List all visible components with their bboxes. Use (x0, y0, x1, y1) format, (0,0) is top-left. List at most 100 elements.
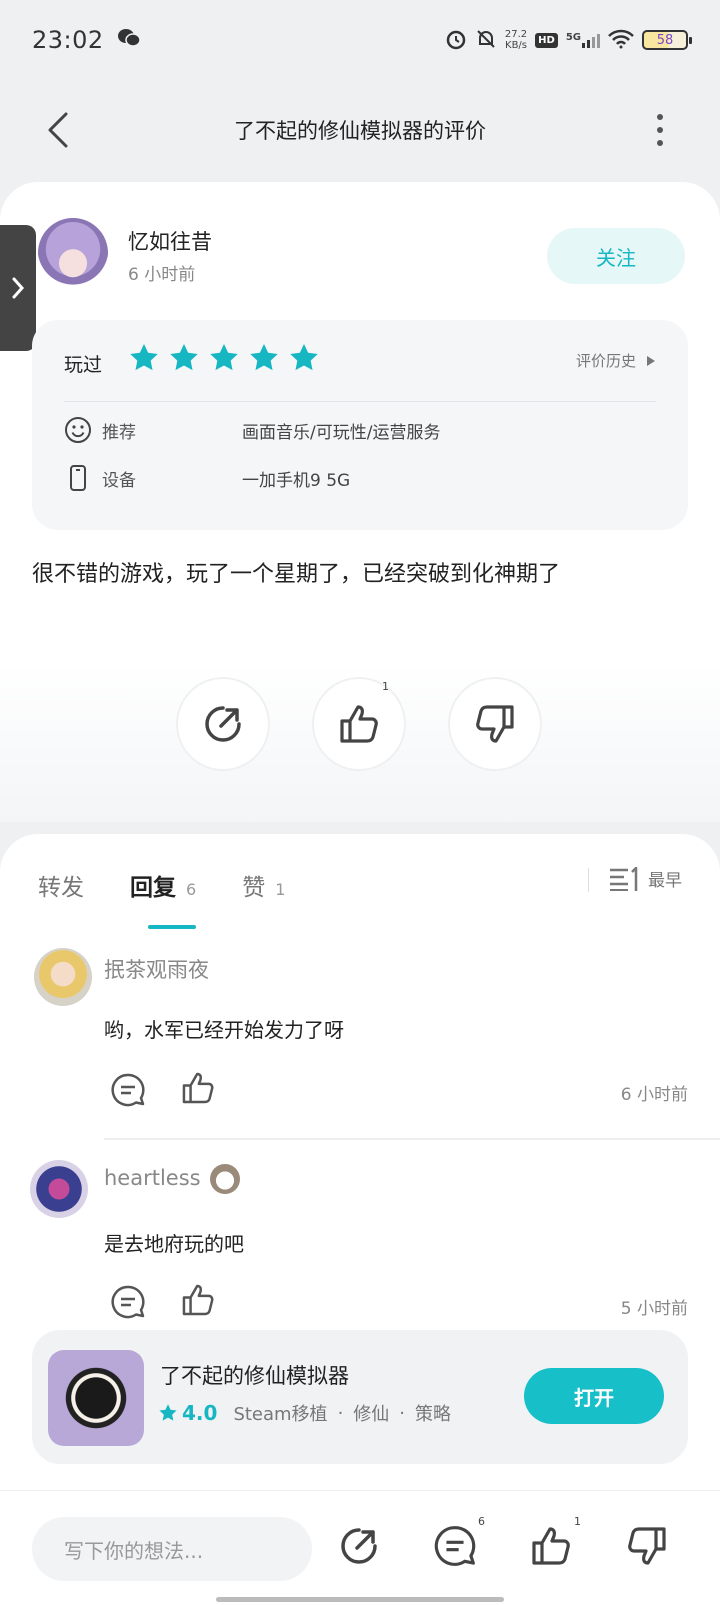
commenter-name[interactable]: 抿茶观雨夜 (104, 954, 209, 984)
app-tag: 修仙 (353, 1404, 390, 1425)
comment-bubble-icon (434, 1526, 476, 1566)
reply-tabs: 转发 回复 6 赞1 (38, 868, 331, 902)
tag-separator: · (337, 1402, 344, 1424)
star-icon (210, 344, 238, 371)
wifi-icon (608, 29, 634, 52)
tab-likes-label: 赞 (242, 875, 266, 901)
more-button[interactable] (650, 110, 670, 150)
network-label: 5G (565, 32, 581, 43)
follow-button[interactable]: 关注 (547, 228, 685, 284)
status-bar: 23:02 27.2 KB/s HD 5G 58 (0, 0, 720, 80)
played-label: 玩过 (64, 354, 103, 376)
page-title: 了不起的修仙模拟器的评价 (234, 119, 486, 143)
wechat-icon (117, 26, 141, 54)
comment-text: 是去地府玩的吧 (104, 1232, 244, 1256)
comment-bubble-icon (111, 1285, 145, 1319)
app-score: 4.0 (182, 1401, 218, 1425)
recommend-row: 推荐 画面音乐/可玩性/运营服务 (64, 416, 440, 444)
reply-bar-button[interactable] (432, 1523, 478, 1569)
share-button[interactable] (176, 677, 270, 771)
thumbs-up-icon (340, 705, 378, 743)
commenter-name[interactable]: heartless (104, 1166, 201, 1190)
dislike-button[interactable] (448, 677, 542, 771)
app-name[interactable]: 了不起的修仙模拟器 (160, 1360, 349, 1390)
tab-indicator (148, 925, 196, 929)
chevron-right-icon (12, 277, 25, 299)
like-comment-button[interactable] (178, 1068, 218, 1108)
net-speed-value: 27.2 (504, 29, 528, 40)
like-button[interactable] (312, 677, 406, 771)
sort-label: 最早 (648, 871, 682, 891)
tag-separator: · (399, 1402, 406, 1424)
device-row: 设备 一加手机9 5G (64, 464, 350, 492)
net-speed: 27.2 KB/s (505, 29, 527, 51)
nav-bar: 了不起的修仙模拟器的评价 (0, 90, 720, 170)
tab-likes-count: 1 (275, 880, 286, 899)
recommend-value: 画面音乐/可玩性/运营服务 (242, 422, 441, 443)
sort-list-icon (610, 866, 638, 891)
open-app-button[interactable]: 打开 (524, 1368, 664, 1424)
bar-like-count: 1 (574, 1515, 581, 1528)
sort-divider (588, 868, 589, 892)
app-icon[interactable] (48, 1350, 144, 1446)
thumbs-down-icon (476, 705, 514, 743)
back-button[interactable] (36, 108, 80, 152)
more-dots-icon (657, 114, 663, 120)
app-meta: 4.0 Steam移植 · 修仙 · 策略 (158, 1400, 451, 1426)
review-text: 很不错的游戏，玩了一个星期了，已经突破到化神期了 (32, 562, 561, 587)
comment-input[interactable]: 写下你的想法... (32, 1517, 312, 1581)
tab-forward[interactable]: 转发 (38, 868, 84, 902)
tab-replies-label: 回复 (130, 875, 176, 901)
comment-time: 6 小时前 (620, 1085, 688, 1105)
commenter-avatar[interactable] (34, 948, 92, 1006)
star-icon (130, 344, 158, 371)
commenter-avatar[interactable] (30, 1160, 88, 1218)
comment-bubble-icon (111, 1073, 145, 1107)
share-icon (205, 706, 241, 742)
home-indicator (216, 1597, 504, 1602)
rating-history-link[interactable]: 评价历史 (576, 350, 656, 371)
dislike-bar-button[interactable] (624, 1523, 670, 1569)
star-icon (250, 344, 278, 371)
status-time: 23:02 (32, 26, 104, 54)
reviewer-avatar[interactable] (38, 218, 108, 296)
rating-history-label: 评价历史 (575, 352, 636, 370)
user-badge-icon (210, 1164, 240, 1194)
signal-icon: 5G (566, 32, 600, 48)
rating-box: 玩过 评价历史 推荐 画面音乐/可玩性/运营服务 设备 一加手机9 5G (32, 320, 688, 530)
reply-count: 6 (478, 1515, 485, 1528)
bottom-action-bar: 写下你的想法... 6 1 (0, 1490, 720, 1605)
back-arrow-icon (48, 112, 68, 148)
thumbs-up-icon (532, 1527, 570, 1565)
like-bar-button[interactable] (528, 1523, 574, 1569)
tab-likes[interactable]: 赞1 (242, 868, 285, 902)
thumbs-up-icon (182, 1072, 214, 1104)
side-drawer-handle[interactable] (0, 225, 36, 351)
tab-replies-count: 6 (186, 880, 197, 899)
share-icon (341, 1528, 377, 1564)
play-triangle-icon (647, 355, 655, 366)
app-tag: 策略 (415, 1404, 452, 1425)
like-count: 1 (382, 680, 389, 693)
reply-comment-button[interactable] (108, 1070, 148, 1110)
reviewer-name[interactable]: 忆如往昔 (128, 226, 212, 256)
alarm-icon (445, 28, 467, 53)
smile-icon (65, 417, 91, 443)
status-icons: 27.2 KB/s HD 5G 58 (445, 28, 692, 53)
sort-button[interactable]: 最早 (610, 866, 682, 891)
star-icon (159, 1404, 177, 1421)
net-speed-unit: KB/s (505, 40, 528, 51)
comment-divider (104, 1138, 720, 1140)
phone-icon (70, 465, 86, 491)
thumbs-down-icon (628, 1527, 666, 1565)
tab-forward-label: 转发 (38, 875, 84, 901)
reply-comment-button[interactable] (108, 1282, 148, 1322)
star-icon (290, 344, 318, 371)
like-comment-button[interactable] (178, 1280, 218, 1320)
share-bar-button[interactable] (336, 1523, 382, 1569)
comment-text: 哟，水军已经开始发力了呀 (104, 1018, 344, 1042)
app-tag: Steam移植 (233, 1404, 328, 1425)
tab-replies[interactable]: 回复 6 (130, 868, 196, 902)
mute-icon (475, 28, 497, 53)
app-banner[interactable]: 了不起的修仙模拟器 4.0 Steam移植 · 修仙 · 策略 打开 (32, 1330, 688, 1464)
